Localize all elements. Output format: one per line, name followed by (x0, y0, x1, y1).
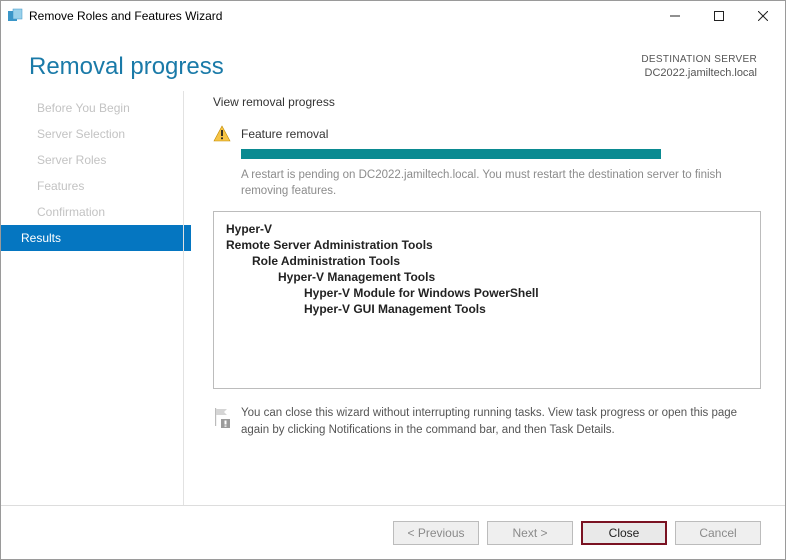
step-server-roles: Server Roles (1, 147, 191, 173)
wizard-window: Remove Roles and Features Wizard Removal… (0, 0, 786, 560)
sidebar-divider (183, 91, 184, 505)
step-features: Features (1, 173, 191, 199)
restart-message: A restart is pending on DC2022.jamiltech… (241, 167, 761, 199)
step-confirmation: Confirmation (1, 199, 191, 225)
status-text: Feature removal (241, 127, 328, 141)
flag-icon (213, 407, 231, 429)
maximize-button[interactable] (697, 1, 741, 31)
wizard-footer: < Previous Next > Close Cancel (1, 505, 785, 559)
server-manager-icon (7, 8, 23, 24)
results-box: Hyper-V Remote Server Administration Too… (213, 211, 761, 389)
view-progress-label: View removal progress (213, 95, 761, 109)
destination-server: DC2022.jamiltech.local (641, 66, 757, 80)
destination-label: DESTINATION SERVER (641, 53, 757, 66)
wizard-body: Before You Begin Server Selection Server… (1, 91, 785, 505)
page-title: Removal progress (29, 53, 641, 81)
result-item: Hyper-V Management Tools (226, 270, 748, 284)
warning-icon (213, 125, 231, 143)
progress-bar (241, 149, 661, 159)
window-controls (653, 1, 785, 31)
wizard-header: Removal progress DESTINATION SERVER DC20… (1, 31, 785, 91)
minimize-button[interactable] (653, 1, 697, 31)
step-before-you-begin: Before You Begin (1, 95, 191, 121)
wizard-steps: Before You Begin Server Selection Server… (1, 91, 191, 251)
result-item: Hyper-V (226, 222, 748, 236)
destination-info: DESTINATION SERVER DC2022.jamiltech.loca… (641, 53, 757, 80)
close-window-button[interactable] (741, 1, 785, 31)
result-item: Hyper-V Module for Windows PowerShell (226, 286, 748, 300)
previous-button: < Previous (393, 521, 479, 545)
result-item: Hyper-V GUI Management Tools (226, 302, 748, 316)
status-row: Feature removal (213, 125, 761, 143)
hint-text: You can close this wizard without interr… (241, 405, 755, 440)
titlebar: Remove Roles and Features Wizard (1, 1, 785, 31)
hint-row: You can close this wizard without interr… (213, 405, 761, 440)
result-item: Role Administration Tools (226, 254, 748, 268)
window-title: Remove Roles and Features Wizard (29, 9, 653, 23)
close-button[interactable]: Close (581, 521, 667, 545)
step-server-selection: Server Selection (1, 121, 191, 147)
main-panel: View removal progress Feature removal A … (191, 91, 771, 505)
sidebar-wrap: Before You Begin Server Selection Server… (1, 91, 191, 505)
result-item: Remote Server Administration Tools (226, 238, 748, 252)
step-results: Results (1, 225, 191, 251)
next-button: Next > (487, 521, 573, 545)
cancel-button: Cancel (675, 521, 761, 545)
